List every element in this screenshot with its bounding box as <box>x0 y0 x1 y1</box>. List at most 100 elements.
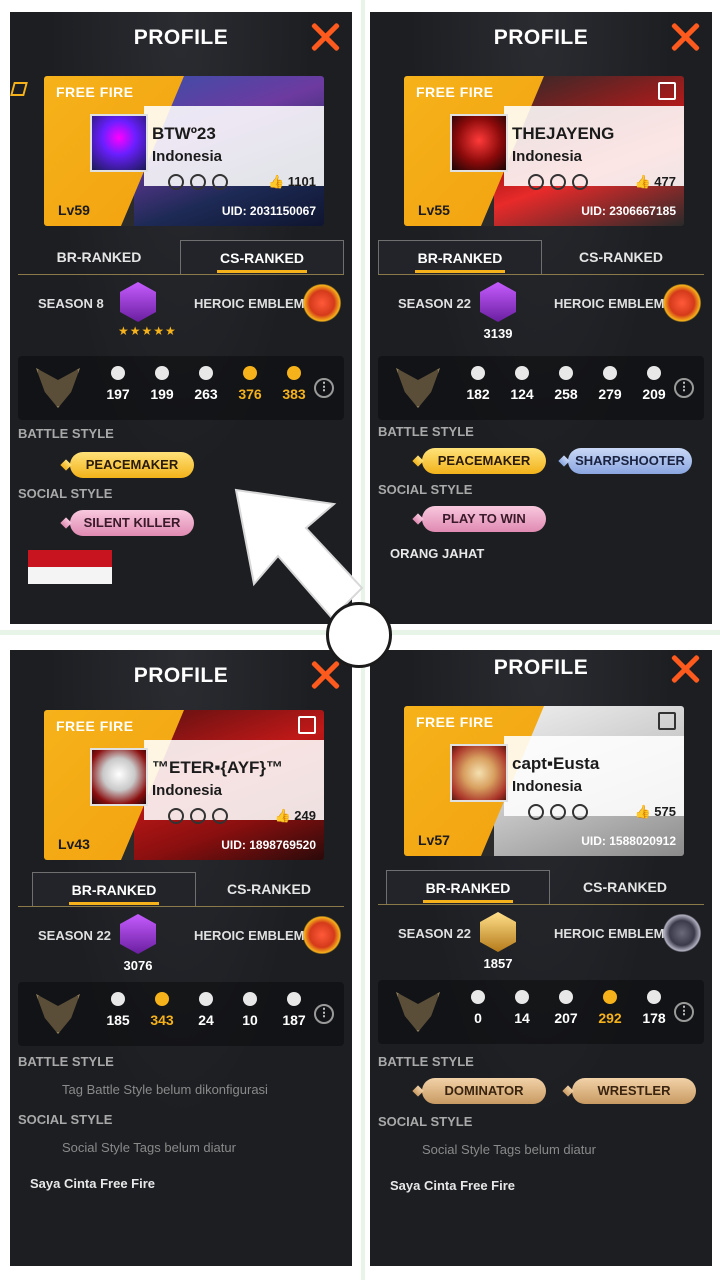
calendar-icon <box>168 174 184 190</box>
stat-value: 182 <box>466 386 490 402</box>
more-icon[interactable]: ⋮ <box>314 1004 334 1024</box>
battle-style-tag[interactable]: SHARPSHOOTER <box>568 448 692 474</box>
stat-item: 258 <box>544 366 588 402</box>
stat-value: 124 <box>510 386 534 402</box>
player-name: capt▪Eusta <box>512 754 600 773</box>
rank-score: 1857 <box>483 956 513 971</box>
uid[interactable]: UID: 2031150067 <box>222 204 316 218</box>
brand-logo: FREE FIRE <box>416 84 494 100</box>
tab-cs-ranked[interactable]: CS-RANKED <box>544 870 706 904</box>
heroic-emblem-icon[interactable] <box>662 914 702 952</box>
avatar[interactable] <box>450 114 508 172</box>
social-style-tag[interactable]: SILENT KILLER <box>70 510 194 536</box>
stat-item: 10 <box>228 992 272 1028</box>
tab-cs-ranked[interactable]: CS-RANKED <box>180 240 344 275</box>
stat-icon <box>603 990 617 1004</box>
stat-item: 343 <box>140 992 184 1028</box>
page-title: PROFILE <box>493 26 589 49</box>
tab-br-ranked[interactable]: BR-RANKED <box>378 240 542 275</box>
heroic-emblem-icon[interactable] <box>302 916 342 954</box>
stat-item: 0 <box>456 990 500 1026</box>
stat-item: 178 <box>632 990 676 1026</box>
close-icon[interactable] <box>670 22 700 52</box>
card-badge-icon <box>658 712 676 730</box>
tab-cs-ranked[interactable]: CS-RANKED <box>188 872 350 906</box>
close-icon[interactable] <box>670 654 700 684</box>
avatar[interactable] <box>450 744 508 802</box>
battle-style-tag[interactable]: DOMINATOR <box>422 1078 546 1104</box>
likes-value: 477 <box>654 174 676 189</box>
battle-style-tag[interactable]: PEACEMAKER <box>422 448 546 474</box>
heroic-emblem-icon[interactable] <box>662 284 702 322</box>
rank-tabs: BR-RANKED CS-RANKED <box>18 872 344 908</box>
close-icon[interactable] <box>310 22 340 52</box>
social-style-label: SOCIAL STYLE <box>18 486 113 501</box>
stat-value: 185 <box>106 1012 130 1028</box>
rank-badge-icon[interactable] <box>480 282 516 322</box>
battle-style-label: BATTLE STYLE <box>18 1054 114 1069</box>
stats-bar: 197 199 263 376 383 ⋮ <box>18 356 344 420</box>
uid[interactable]: UID: 1898769520 <box>221 838 316 852</box>
rank-tabs: BR-RANKED CS-RANKED <box>18 240 344 276</box>
guild-emblem-icon <box>36 368 80 408</box>
stat-item: 197 <box>96 366 140 402</box>
tab-divider <box>18 274 344 275</box>
uid[interactable]: UID: 1588020912 <box>581 834 676 848</box>
battle-style-tag[interactable]: PEACEMAKER <box>70 452 194 478</box>
stat-value: 197 <box>106 386 130 402</box>
page-title: PROFILE <box>133 26 229 49</box>
target-icon <box>572 174 588 190</box>
target-icon <box>572 804 588 820</box>
rank-row: SEASON 22 3139 HEROIC EMBLEM <box>378 282 704 356</box>
rank-tabs: BR-RANKED CS-RANKED <box>378 240 704 276</box>
center-circle <box>326 602 392 668</box>
rank-badge-icon[interactable] <box>120 282 156 322</box>
social-style-tag[interactable]: PLAY TO WIN <box>422 506 546 532</box>
stat-icon <box>647 990 661 1004</box>
profile-card[interactable]: FREE FIRE THEJAYENG Indonesia 👍 477 Lv55… <box>404 76 684 226</box>
likes-value: 575 <box>654 804 676 819</box>
likes-count[interactable]: 👍 1101 <box>268 174 316 190</box>
more-icon[interactable]: ⋮ <box>314 378 334 398</box>
battle-style-label: BATTLE STYLE <box>378 424 474 439</box>
season-label: SEASON 22 <box>398 926 471 941</box>
player-region: Indonesia <box>152 782 223 799</box>
season-label: SEASON 22 <box>398 296 471 311</box>
avatar[interactable] <box>90 114 148 172</box>
likes-count[interactable]: 👍 249 <box>274 808 316 824</box>
more-icon[interactable]: ⋮ <box>674 1002 694 1022</box>
tab-br-ranked[interactable]: BR-RANKED <box>18 240 180 274</box>
gamepad-icon <box>212 808 228 824</box>
signature-text: Saya Cinta Free Fire <box>390 1178 515 1193</box>
heroic-emblem-icon[interactable] <box>302 284 342 322</box>
tab-br-ranked[interactable]: BR-RANKED <box>386 870 550 905</box>
tab-divider <box>378 904 704 905</box>
profile-card[interactable]: FREE FIRE ™ETER▪{AYF}™ Indonesia 👍 249 L… <box>44 710 324 860</box>
profile-card[interactable]: FREE FIRE capt▪Eusta Indonesia 👍 575 Lv5… <box>404 706 684 856</box>
card-icons <box>528 804 588 820</box>
emblem-label: HEROIC EMBLEM <box>194 928 305 943</box>
brand-logo: FREE FIRE <box>56 718 134 734</box>
tab-cs-ranked[interactable]: CS-RANKED <box>540 240 702 274</box>
likes-count[interactable]: 👍 575 <box>634 804 676 820</box>
stat-value: 279 <box>598 386 622 402</box>
close-icon[interactable] <box>310 660 340 690</box>
season-label: SEASON 8 <box>38 296 104 311</box>
stat-icon <box>559 990 573 1004</box>
stat-item: 187 <box>272 992 316 1028</box>
uid[interactable]: UID: 2306667185 <box>581 204 676 218</box>
likes-count[interactable]: 👍 477 <box>634 174 676 190</box>
stats-list: 0 14 207 292 178 <box>456 990 676 1026</box>
tab-br-ranked[interactable]: BR-RANKED <box>32 872 196 907</box>
more-icon[interactable]: ⋮ <box>674 378 694 398</box>
stat-icon <box>647 366 661 380</box>
guild-emblem-icon <box>396 992 440 1032</box>
rank-badge-icon[interactable] <box>480 912 516 952</box>
profile-panel-top-right: PROFILE FREE FIRE THEJAYENG Indonesia 👍 … <box>370 12 712 624</box>
guild-emblem-icon <box>36 994 80 1034</box>
avatar[interactable] <box>90 748 148 806</box>
rank-badge-icon[interactable] <box>120 914 156 954</box>
profile-card[interactable]: FREE FIRE BTWº23 Indonesia 👍 1101 Lv59 U… <box>44 76 324 226</box>
battle-style-tag[interactable]: WRESTLER <box>572 1078 696 1104</box>
edit-icon[interactable] <box>10 82 28 96</box>
